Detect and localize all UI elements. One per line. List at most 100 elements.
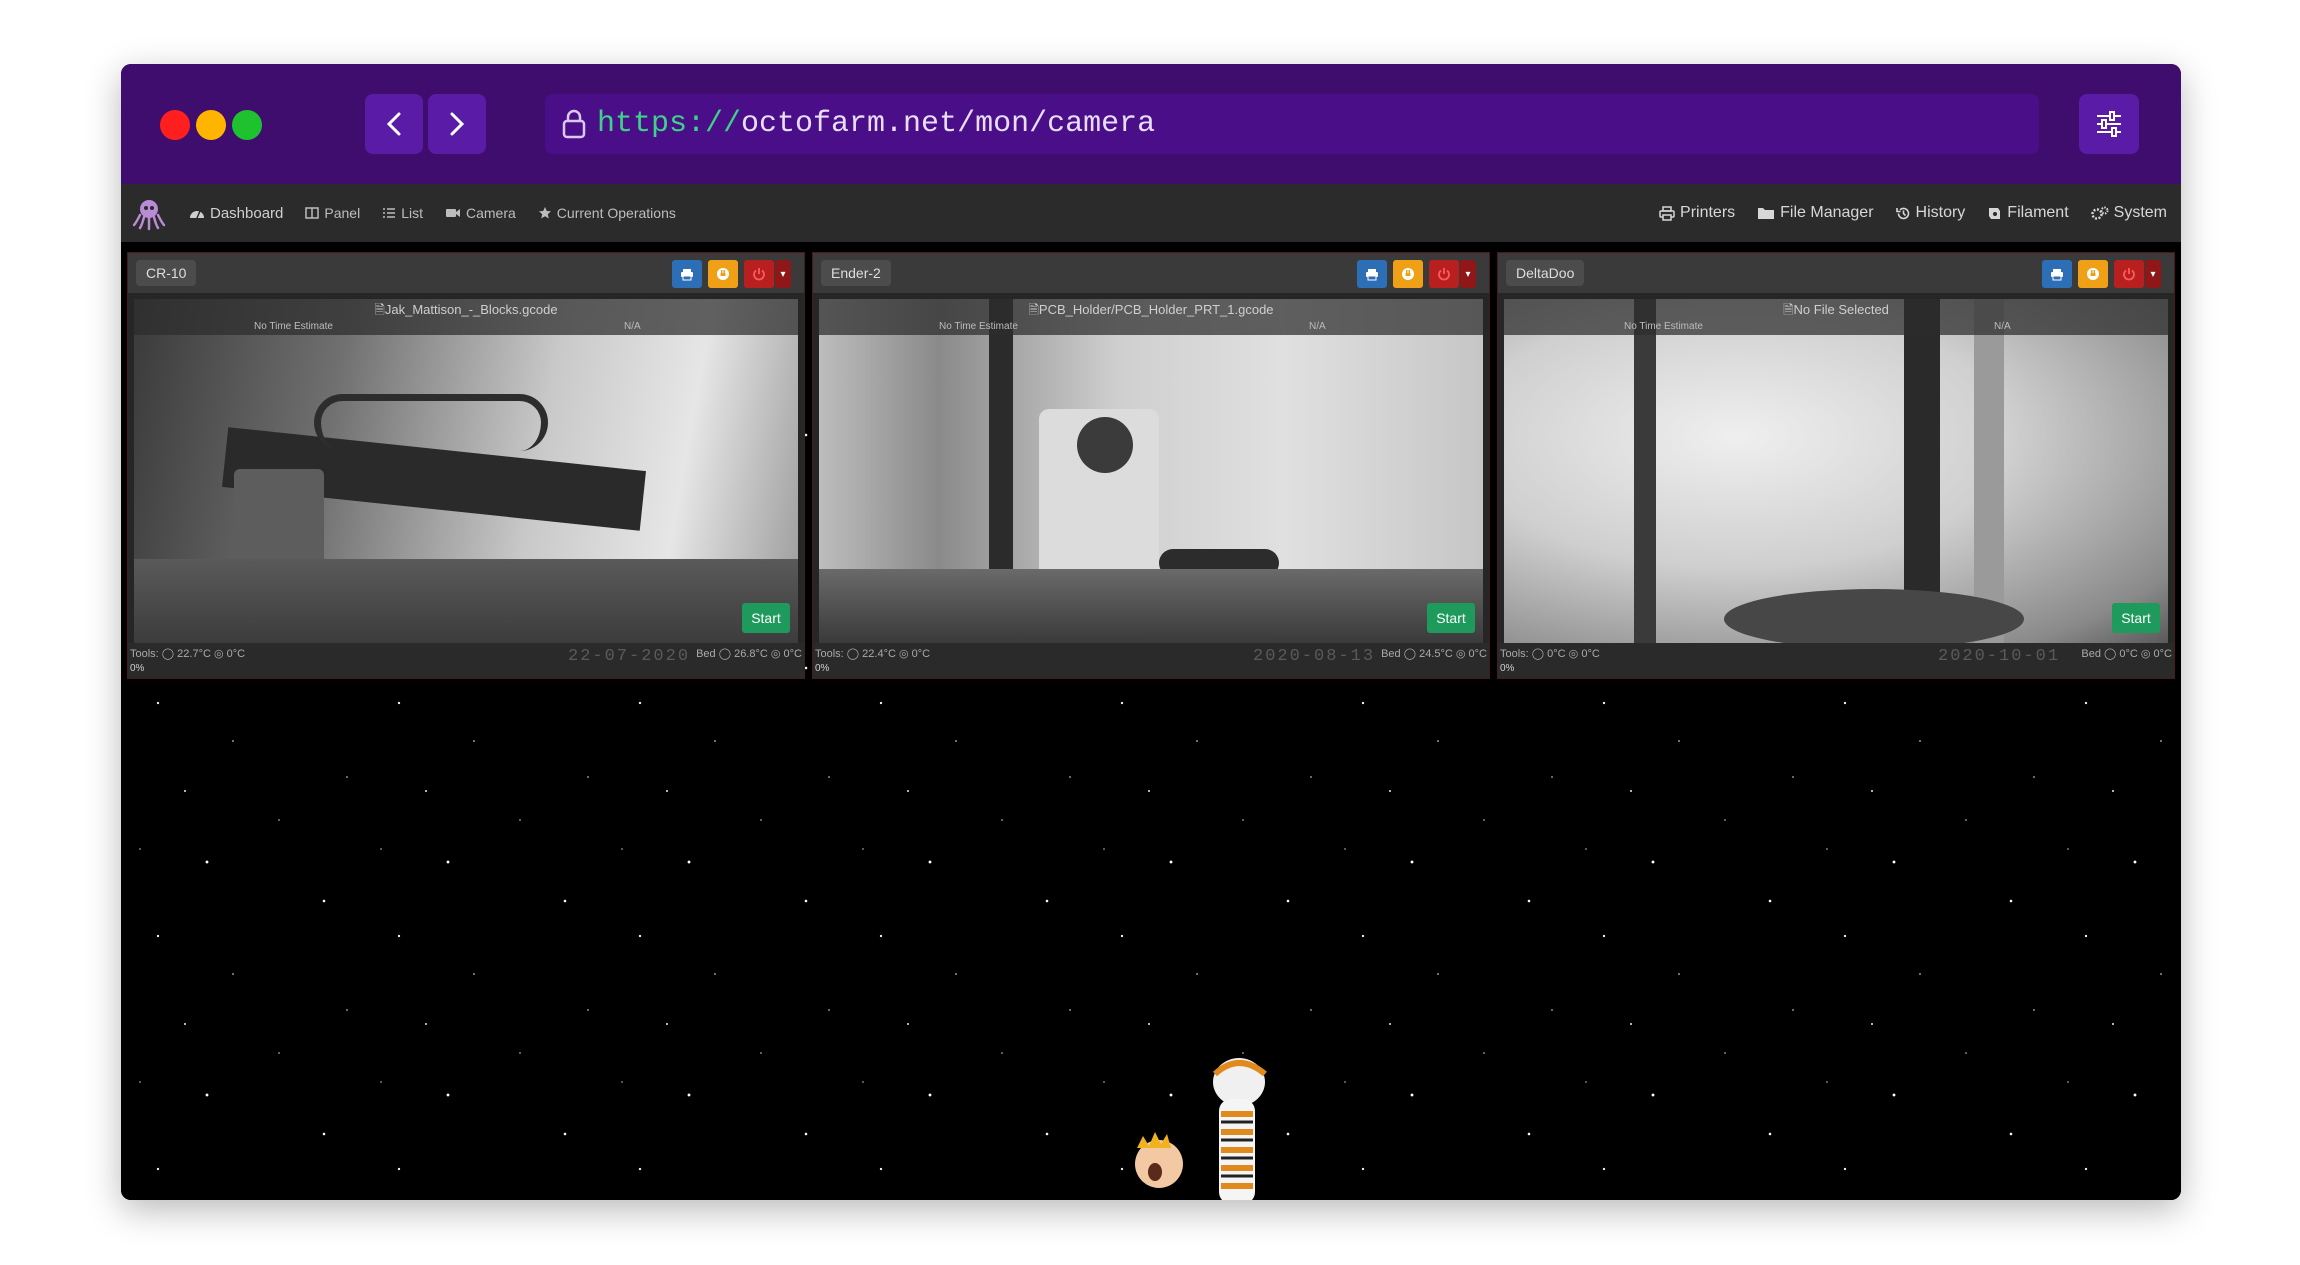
bed-temperature: Bed ◯ 26.8°C ◎ 0°C (696, 648, 802, 660)
tool-temperature: Tools: ◯ 22.7°C ◎ 0°C (130, 648, 246, 660)
file-name: 🗎Jak_Mattison_-_Blocks.gcode (134, 301, 798, 323)
print-button[interactable] (1357, 260, 1387, 288)
camera-timestamp: 22-07-2020 (568, 647, 691, 666)
nav-current-operations[interactable]: Current Operations (538, 205, 676, 221)
file-name-text: PCB_Holder/PCB_Holder_PRT_1.gcode (1038, 302, 1274, 317)
printer-name[interactable]: Ender-2 (821, 260, 891, 286)
printer-name[interactable]: DeltaDoo (1506, 260, 1585, 286)
nav-file-manager[interactable]: File Manager (1757, 204, 1874, 222)
eta-value: N/A (624, 321, 641, 332)
history-icon (1895, 207, 1909, 219)
printer-panel-header: Ender-2 ▾ (813, 253, 1489, 293)
printer-icon (2051, 268, 2063, 280)
power-dropdown-button[interactable]: ▾ (2145, 260, 2161, 288)
printer-panel-header: CR-10 ▾ (128, 253, 804, 293)
camera-timestamp: 2020-10-01 (1938, 647, 2061, 666)
power-dropdown-button[interactable]: ▾ (775, 260, 791, 288)
connect-button[interactable] (1393, 260, 1423, 288)
print-progress: 0% (1500, 663, 1515, 674)
file-icon: 🗎 (1783, 302, 1794, 317)
panel-icon (305, 207, 320, 219)
nav-list-label: List (401, 205, 423, 221)
filament-icon (1989, 207, 2001, 219)
connect-button[interactable] (2078, 260, 2108, 288)
nav-history[interactable]: History (1895, 204, 1966, 222)
octofarm-logo-icon[interactable] (131, 195, 167, 231)
file-icon: 🗎 (374, 302, 385, 317)
app-navbar: Dashboard Panel List Camera Current Oper… (121, 184, 2181, 242)
plug-icon (2087, 268, 2099, 280)
start-button[interactable]: Start (2112, 603, 2160, 633)
nav-printers[interactable]: Printers (1659, 204, 1735, 222)
nav-camera[interactable]: Camera (445, 205, 516, 221)
printer-panel-footer: Tools: ◯ 22.7°C ◎ 0°C 22-07-2020 Bed ◯ 2… (128, 643, 804, 678)
file-name: 🗎PCB_Holder/PCB_Holder_PRT_1.gcode (819, 301, 1483, 323)
tool-temperature: Tools: ◯ 22.4°C ◎ 0°C (815, 648, 931, 660)
nav-dashboard[interactable]: Dashboard (189, 205, 283, 222)
nav-list[interactable]: List (382, 205, 423, 221)
print-button[interactable] (672, 260, 702, 288)
power-button[interactable] (2114, 260, 2144, 288)
printer-panel-footer: Tools: ◯ 0°C ◎ 0°C 2020-10-01 Bed ◯ 0°C … (1498, 643, 2174, 678)
nav-camera-label: Camera (466, 205, 516, 221)
page-content: Dashboard Panel List Camera Current Oper… (121, 184, 2181, 1200)
address-bar[interactable]: https://octofarm.net/mon/camera (545, 94, 2039, 154)
file-name-text: No File Selected (1793, 302, 1889, 317)
power-dropdown-button[interactable]: ▾ (1460, 260, 1476, 288)
print-button[interactable] (2042, 260, 2072, 288)
camera-icon (446, 209, 460, 217)
nav-history-label: History (1915, 204, 1966, 221)
nav-filament[interactable]: Filament (1987, 204, 2069, 222)
maximize-window-dot[interactable] (232, 110, 262, 140)
caret-down-icon: ▾ (1465, 268, 1471, 280)
file-icon: 🗎 (1028, 302, 1039, 317)
nav-filament-label: Filament (2007, 204, 2069, 221)
nav-right-group: Printers File Manager History Filament S… (1637, 204, 2167, 222)
browser-window: https://octofarm.net/mon/camera Dashboar… (121, 64, 2181, 1200)
power-icon (753, 268, 765, 281)
power-button[interactable] (744, 260, 774, 288)
printer-icon (681, 268, 693, 280)
dashboard-icon (190, 210, 204, 219)
start-button[interactable]: Start (742, 603, 790, 633)
nav-system[interactable]: System (2090, 204, 2167, 222)
plug-icon (717, 268, 729, 280)
power-button[interactable] (1429, 260, 1459, 288)
camera-timestamp: 2020-08-13 (1253, 647, 1376, 666)
printer-panel-footer: Tools: ◯ 22.4°C ◎ 0°C 2020-08-13 Bed ◯ 2… (813, 643, 1489, 678)
file-name: 🗎No File Selected (1504, 301, 2168, 323)
print-progress: 0% (815, 663, 830, 674)
nav-panel-label: Panel (324, 205, 361, 221)
caret-down-icon: ▾ (780, 268, 786, 280)
nav-file-manager-label: File Manager (1780, 204, 1874, 221)
url-text: https://octofarm.net/mon/camera (597, 107, 1155, 141)
power-icon (1438, 268, 1450, 281)
connect-button[interactable] (708, 260, 738, 288)
file-name-text: Jak_Mattison_-_Blocks.gcode (384, 302, 558, 317)
printer-panel: DeltaDoo ▾ 🗎No File Selected No Time Est… (1497, 252, 2175, 679)
bed-temperature: Bed ◯ 0°C ◎ 0°C (2081, 648, 2172, 660)
url-path: octofarm.net/mon/camera (741, 107, 1156, 141)
chevron-left-icon (386, 112, 401, 136)
minimize-window-dot[interactable] (196, 110, 226, 140)
back-button[interactable] (365, 94, 423, 154)
bed-temperature: Bed ◯ 24.5°C ◎ 0°C (1381, 648, 1487, 660)
camera-feed: 🗎PCB_Holder/PCB_Holder_PRT_1.gcode No Ti… (819, 299, 1483, 643)
caret-down-icon: ▾ (2150, 268, 2156, 280)
print-progress: 0% (130, 663, 145, 674)
nav-panel[interactable]: Panel (305, 205, 360, 221)
nav-system-label: System (2113, 204, 2167, 221)
printer-icon (1659, 205, 1675, 221)
tool-temperature: Tools: ◯ 0°C ◎ 0°C (1500, 648, 1600, 660)
browser-settings-button[interactable] (2079, 94, 2139, 154)
eta-value: N/A (1309, 321, 1326, 332)
chevron-right-icon (450, 112, 465, 136)
file-info-overlay: 🗎Jak_Mattison_-_Blocks.gcode No Time Est… (134, 299, 798, 335)
cogs-icon (2090, 206, 2109, 220)
file-info-overlay: 🗎PCB_Holder/PCB_Holder_PRT_1.gcode No Ti… (819, 299, 1483, 335)
printer-panel: CR-10 ▾ 🗎Jak_Mattison_-_Blocks.gcode No … (127, 252, 805, 679)
forward-button[interactable] (428, 94, 486, 154)
close-window-dot[interactable] (160, 110, 190, 140)
printer-name[interactable]: CR-10 (136, 260, 197, 286)
start-button[interactable]: Start (1427, 603, 1475, 633)
